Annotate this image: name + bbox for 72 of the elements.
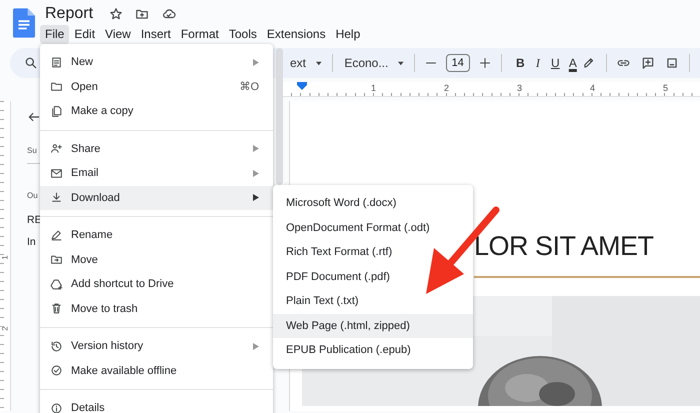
menu-bar-item[interactable]: Extensions: [262, 25, 331, 44]
menu-item[interactable]: Move to trash: [40, 296, 273, 321]
menu-item[interactable]: Web Page (.html, zipped): [273, 314, 473, 338]
scrollbar[interactable]: [276, 48, 283, 185]
outline-item[interactable]: RE: [27, 214, 42, 226]
document-heading: LOR SIT AMET: [474, 231, 654, 261]
menu-item[interactable]: Make available offline: [40, 358, 273, 383]
ruler-number: 4: [588, 84, 596, 95]
person-add-icon: [50, 142, 63, 156]
trash-icon: [50, 302, 63, 316]
folder-icon: [50, 253, 63, 266]
menu-bar-item[interactable]: Help: [330, 25, 366, 44]
document-title[interactable]: Report: [45, 5, 94, 23]
ruler-number: 2: [442, 84, 450, 95]
image-icon[interactable]: [665, 56, 680, 70]
folder-icon[interactable]: [135, 7, 150, 21]
menu-item[interactable]: Email: [40, 161, 273, 186]
highlighter-icon[interactable]: [582, 56, 596, 70]
cloud-icon[interactable]: [161, 7, 178, 21]
menu-item[interactable]: Make a copy: [40, 99, 273, 124]
outline-label: Ou: [27, 191, 38, 200]
menu-item[interactable]: Download: [40, 186, 273, 210]
menu-bar-item[interactable]: Insert: [136, 25, 176, 44]
menu-item[interactable]: Open ⌘O: [40, 74, 273, 99]
menu-bar-item[interactable]: Edit: [69, 25, 100, 44]
menu-item[interactable]: PDF Document (.pdf): [273, 264, 473, 289]
add-comment-icon[interactable]: [641, 56, 656, 70]
style-dropdown[interactable]: ext: [290, 56, 306, 70]
menu-item[interactable]: Version history: [40, 334, 273, 358]
menu-item[interactable]: Plain Text (.txt): [273, 289, 473, 314]
menu-item[interactable]: Add shortcut to Drive: [40, 272, 273, 296]
font-dropdown[interactable]: Econo...: [344, 56, 388, 70]
format-button[interactable]: I: [529, 56, 547, 70]
menu-item[interactable]: EPUB Publication (.epub): [273, 338, 473, 362]
download-icon: [50, 191, 63, 204]
back-arrow-icon[interactable]: [27, 110, 41, 124]
menu-item[interactable]: Move: [40, 248, 273, 272]
search-icon[interactable]: [24, 56, 38, 70]
menu-bar-item[interactable]: View: [100, 25, 136, 44]
menu-item[interactable]: New: [40, 50, 273, 74]
font-size-field[interactable]: 14: [446, 54, 470, 72]
indent-marker-icon[interactable]: [297, 82, 307, 90]
ruler-number: 3: [516, 84, 523, 95]
caret-icon: [398, 60, 404, 66]
document-icon: [50, 56, 63, 69]
menu-bar-item[interactable]: Tools: [224, 25, 262, 44]
menu-item[interactable]: Rename: [40, 223, 273, 248]
menu-bar-item[interactable]: Format: [176, 25, 224, 44]
format-button[interactable]: B: [512, 56, 530, 70]
menu-item[interactable]: Rich Text Format (.rtf): [273, 240, 473, 264]
caret-icon: [316, 60, 322, 66]
format-button[interactable]: U: [546, 56, 564, 70]
outline-item[interactable]: In: [27, 236, 36, 248]
plus-icon[interactable]: [478, 57, 491, 69]
docs-logo-icon[interactable]: [13, 8, 35, 38]
shortcut-label: ⌘O: [239, 80, 259, 94]
pencil-icon: [50, 228, 63, 242]
menu-bar-item[interactable]: File: [40, 25, 70, 44]
format-button[interactable]: A: [564, 56, 582, 70]
star-icon[interactable]: [109, 7, 124, 21]
info-icon: [50, 402, 63, 413]
ruler-number: 1: [370, 84, 377, 95]
history-icon: [50, 340, 63, 353]
ruler-number: 5: [662, 84, 669, 95]
menu-item[interactable]: Details: [40, 396, 273, 413]
menu-item[interactable]: Microsoft Word (.docx): [273, 191, 473, 216]
envelope-icon: [50, 166, 63, 180]
ruler-number: 1: [0, 255, 10, 260]
ruler-number: 2: [0, 326, 10, 331]
copy-icon: [50, 104, 63, 118]
folder-icon: [50, 80, 63, 94]
menu-item[interactable]: OpenDocument Format (.odt): [273, 216, 473, 240]
